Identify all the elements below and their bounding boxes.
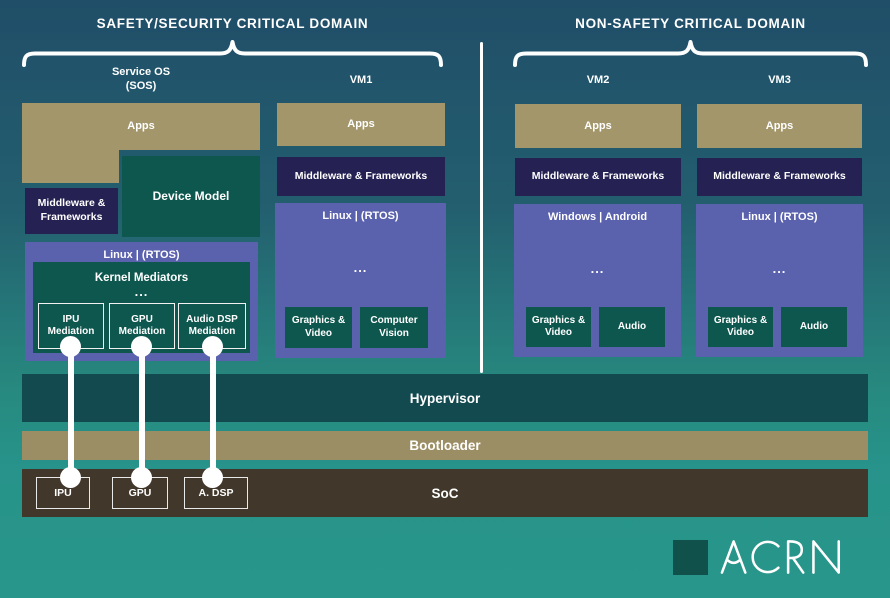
vm3-audio-block: Audio (781, 307, 847, 347)
sos-os-label: Linux | (RTOS) (103, 249, 180, 261)
sos-apps-block: Apps (22, 103, 260, 150)
adsp-connector-bottom-dot (202, 467, 223, 488)
vm3-ellipsis: ... (772, 261, 787, 276)
sos-label-line2: (SOS) (125, 80, 157, 93)
domain-divider-line (480, 42, 483, 373)
ipu-connector-line (68, 346, 74, 477)
vm1-os-label: Linux | (RTOS) (322, 210, 399, 222)
vm2-apps-block: Apps (515, 104, 681, 148)
acrn-logo-text (720, 540, 841, 574)
vm2-os-label: Windows | Android (547, 211, 648, 223)
vm1-middleware-block: Middleware & Frameworks (277, 157, 445, 196)
kernel-ellipsis: ... (134, 284, 149, 299)
vm1-column-label: VM1 (349, 74, 373, 86)
hypervisor-layer: Hypervisor (22, 374, 868, 422)
adsp-connector-top-dot (202, 336, 223, 357)
gpu-connector-line (139, 346, 145, 477)
bootloader-layer: Bootloader (22, 431, 868, 460)
vm3-middleware-block: Middleware & Frameworks (697, 158, 862, 196)
vm3-apps-block: Apps (697, 104, 862, 148)
vm2-column-label: VM2 (586, 74, 610, 86)
non-safety-domain-title: NON-SAFETY CRITICAL DOMAIN (575, 16, 806, 31)
ipu-connector-top-dot (60, 336, 81, 357)
sos-apps-block-leg (22, 148, 119, 183)
acrn-logo (673, 538, 866, 576)
acrn-logo-square-icon (673, 539, 708, 575)
vm1-computer-vision-block: Computer Vision (360, 307, 428, 348)
gpu-connector-top-dot (131, 336, 152, 357)
vm1-graphics-video-block: Graphics & Video (285, 307, 352, 348)
ipu-connector-bottom-dot (60, 467, 81, 488)
vm3-column-label: VM3 (768, 74, 791, 86)
sos-label-line1: Service OS (111, 66, 171, 78)
sos-column-label: Service OS (SOS) (22, 65, 260, 94)
vm2-ellipsis: ... (590, 261, 605, 276)
gpu-connector-bottom-dot (131, 467, 152, 488)
safety-domain-brace-icon (22, 40, 443, 67)
sos-middleware-block: Middleware & Frameworks (25, 188, 118, 234)
vm1-apps-block: Apps (277, 103, 445, 146)
safety-domain-title: SAFETY/SECURITY CRITICAL DOMAIN (96, 16, 369, 31)
acrn-architecture-diagram: SAFETY/SECURITY CRITICAL DOMAIN NON-SAFE… (0, 0, 890, 598)
vm3-os-label: Linux | (RTOS) (741, 211, 818, 223)
adsp-connector-line (210, 346, 216, 477)
vm3-graphics-video-block: Graphics & Video (708, 307, 773, 347)
vm2-middleware-block: Middleware & Frameworks (515, 158, 681, 196)
non-safety-domain-brace-icon (513, 40, 868, 67)
vm2-audio-block: Audio (599, 307, 665, 347)
vm2-graphics-video-block: Graphics & Video (526, 307, 591, 347)
sos-device-model-block: Device Model (122, 156, 260, 237)
vm1-ellipsis: ... (353, 260, 368, 275)
